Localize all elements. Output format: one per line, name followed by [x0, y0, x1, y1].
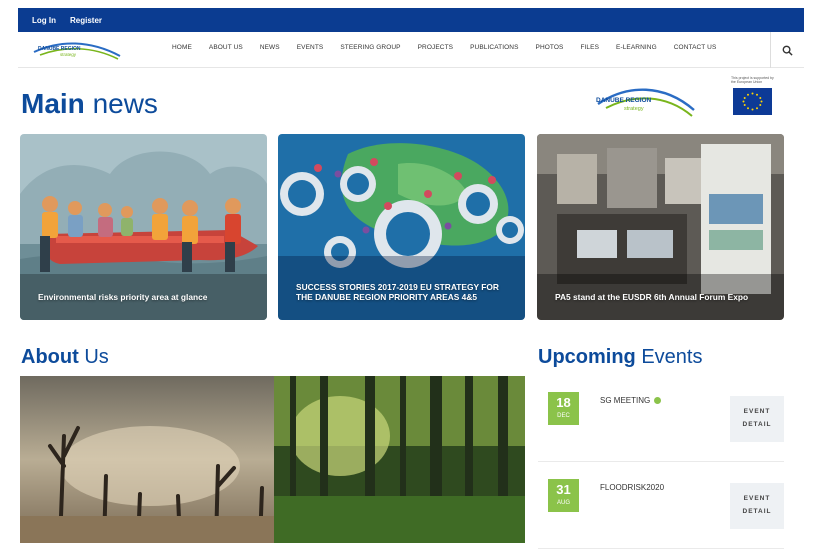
events-list: 18 DEC SG MEETING EVENT DETAIL 31 AUG FL…: [538, 376, 784, 549]
event-item[interactable]: 31 AUG FLOODRISK2020 EVENT DETAIL: [538, 463, 784, 549]
site-logo[interactable]: DANUBE REGION strategy: [30, 38, 124, 62]
news-card-title: Environmental risks priority area at gla…: [38, 292, 208, 302]
eu-flag-icon: [733, 88, 772, 115]
top-bar: Log In Register: [18, 8, 804, 32]
about-heading-bold: About: [21, 346, 79, 368]
news-card-title: PA5 stand at the EUSDR 6th Annual Forum …: [555, 292, 749, 302]
forest-contrast-photo: [20, 376, 525, 543]
events-heading-light: Events: [641, 346, 703, 368]
register-link[interactable]: Register: [70, 16, 102, 25]
event-date-badge: 18 DEC: [548, 392, 579, 425]
nav-item-news[interactable]: NEWS: [260, 44, 280, 51]
search-icon: [782, 45, 793, 56]
search-button[interactable]: [770, 32, 804, 68]
eu-support-badge: This project is supported by the Europea…: [731, 76, 775, 120]
news-card-environmental-risks[interactable]: Environmental risks priority area at gla…: [20, 134, 267, 320]
nav-item-files[interactable]: FILES: [580, 44, 599, 51]
partner-logo-line2: strategy: [624, 106, 644, 112]
events-heading-bold: Upcoming: [538, 346, 636, 368]
event-detail-line1: EVENT: [743, 408, 771, 415]
event-title-text: SG MEETING: [600, 396, 651, 405]
event-item[interactable]: 18 DEC SG MEETING EVENT DETAIL: [538, 376, 784, 462]
event-month: DEC: [557, 413, 570, 419]
nav-item-photos[interactable]: PHOTOS: [536, 44, 564, 51]
login-link[interactable]: Log In: [32, 16, 56, 25]
event-month: AUG: [556, 500, 570, 506]
main-nav: DANUBE REGION strategy HOME ABOUT US NEW…: [18, 32, 804, 68]
about-heading: About Us: [21, 346, 109, 369]
event-detail-line2: DETAIL: [742, 508, 772, 515]
news-card-title: SUCCESS STORIES 2017-2019 EU STRATEGY FO…: [296, 282, 499, 302]
nav-item-about-us[interactable]: ABOUT US: [209, 44, 243, 51]
event-day: 18: [556, 395, 571, 410]
about-image: [20, 376, 525, 543]
status-dot-icon: [654, 397, 662, 405]
nav-item-events[interactable]: EVENTS: [297, 44, 324, 51]
event-detail-button[interactable]: EVENT DETAIL: [730, 483, 784, 529]
page-title-light: news: [92, 88, 158, 119]
page-title-bold: Main: [21, 88, 85, 119]
event-title-text: FLOODRISK2020: [600, 483, 665, 492]
event-title[interactable]: SG MEETING: [600, 396, 662, 405]
event-detail-line2: DETAIL: [742, 421, 772, 428]
partner-logo: DANUBE REGION strategy: [596, 88, 695, 117]
page-title: Main news: [21, 88, 158, 120]
nav-menu: HOME ABOUT US NEWS EVENTS STEERING GROUP…: [172, 44, 716, 51]
nav-item-publications[interactable]: PUBLICATIONS: [470, 44, 518, 51]
partner-logo-line1: DANUBE REGION: [596, 97, 652, 104]
events-heading: Upcoming Events: [538, 346, 703, 369]
nav-item-projects[interactable]: PROJECTS: [418, 44, 453, 51]
event-day: 31: [556, 482, 571, 497]
event-detail-button[interactable]: EVENT DETAIL: [730, 396, 784, 442]
logo-text-line2: strategy: [60, 52, 77, 57]
nav-item-e-learning[interactable]: E-LEARNING: [616, 44, 657, 51]
event-title[interactable]: FLOODRISK2020: [600, 483, 664, 492]
eu-caption: This project is supported by the Europea…: [731, 76, 774, 84]
nav-item-contact-us[interactable]: CONTACT US: [674, 44, 717, 51]
event-detail-line1: EVENT: [743, 495, 771, 502]
news-card-success-stories[interactable]: SUCCESS STORIES 2017-2019 EU STRATEGY FO…: [278, 134, 525, 320]
nav-item-home[interactable]: HOME: [172, 44, 192, 51]
event-date-badge: 31 AUG: [548, 479, 579, 512]
about-heading-light: Us: [84, 346, 109, 368]
nav-item-steering-group[interactable]: STEERING GROUP: [340, 44, 400, 51]
news-card-pa5-stand[interactable]: PA5 stand at the EUSDR 6th Annual Forum …: [537, 134, 784, 320]
